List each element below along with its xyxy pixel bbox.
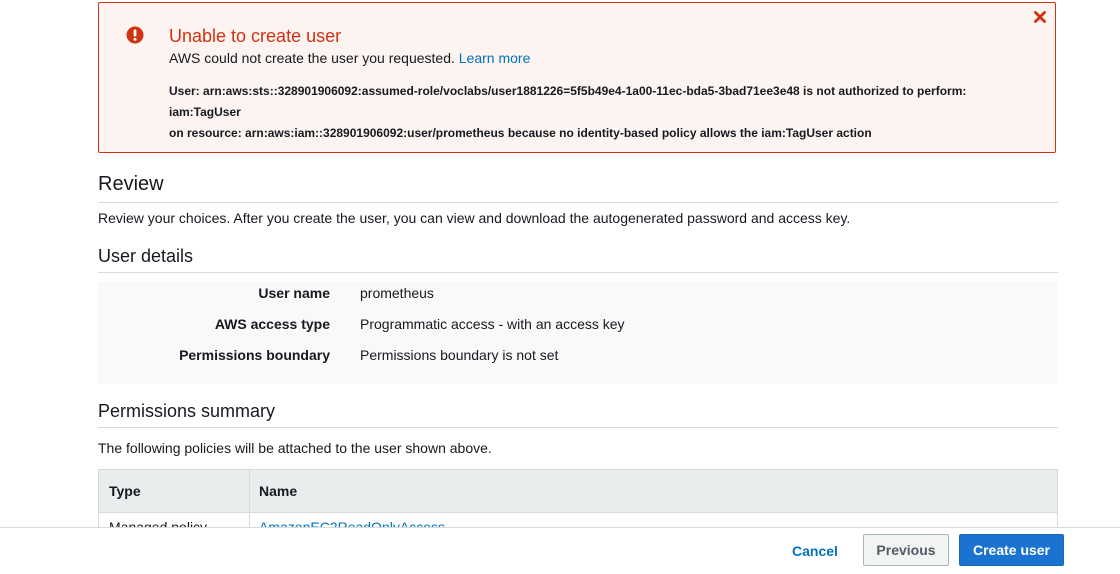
alert-message: AWS could not create the user you reques…: [169, 49, 530, 67]
review-description: Review your choices. After you create th…: [98, 210, 851, 226]
detail-value: Programmatic access - with an access key: [360, 316, 625, 332]
alert-message-text: AWS could not create the user you reques…: [169, 50, 455, 66]
column-header-type[interactable]: Type: [109, 470, 141, 512]
review-title: Review: [98, 173, 164, 195]
permissions-table: Type Name Managed policy AmazonEC2ReadOn…: [98, 469, 1058, 529]
permissions-description: The following policies will be attached …: [98, 440, 492, 456]
footer-bar: Cancel Previous Create user: [0, 527, 1120, 574]
alert-detail-line: on resource: arn:aws:iam::328901906092:u…: [169, 126, 872, 140]
learn-more-link[interactable]: Learn more: [459, 50, 531, 66]
detail-value: Permissions boundary is not set: [360, 347, 559, 363]
detail-label: Permissions boundary: [179, 347, 330, 363]
permissions-summary-title: Permissions summary: [98, 401, 276, 421]
alert-detail: User: arn:aws:sts::328901906092:assumed-…: [169, 81, 1039, 144]
create-user-button[interactable]: Create user: [959, 534, 1064, 566]
user-details-title: User details: [98, 246, 194, 266]
column-header-name[interactable]: Name: [259, 470, 297, 512]
exclamation-circle-icon: [126, 26, 144, 44]
divider: [98, 427, 1058, 428]
divider: [98, 202, 1058, 203]
error-alert: Unable to create user AWS could not crea…: [98, 2, 1056, 153]
alert-title: Unable to create user: [169, 26, 342, 46]
divider: [98, 272, 1058, 273]
detail-row-user-name: User name prometheus: [98, 282, 1058, 304]
close-icon[interactable]: [1033, 10, 1047, 24]
alert-detail-line: User: arn:aws:sts::328901906092:assumed-…: [169, 84, 967, 119]
table-header: Type Name: [99, 470, 1057, 513]
detail-value: prometheus: [360, 285, 434, 301]
detail-row-access-type: AWS access type Programmatic access - wi…: [98, 313, 1058, 335]
column-divider: [249, 470, 250, 528]
user-details-panel: User name prometheus AWS access type Pro…: [98, 282, 1058, 384]
page: Unable to create user AWS could not crea…: [0, 0, 1120, 574]
detail-label: AWS access type: [214, 316, 330, 332]
cancel-button[interactable]: Cancel: [780, 536, 850, 566]
detail-label: User name: [258, 285, 330, 301]
previous-button[interactable]: Previous: [863, 534, 949, 566]
detail-row-permissions-boundary: Permissions boundary Permissions boundar…: [98, 344, 1058, 366]
